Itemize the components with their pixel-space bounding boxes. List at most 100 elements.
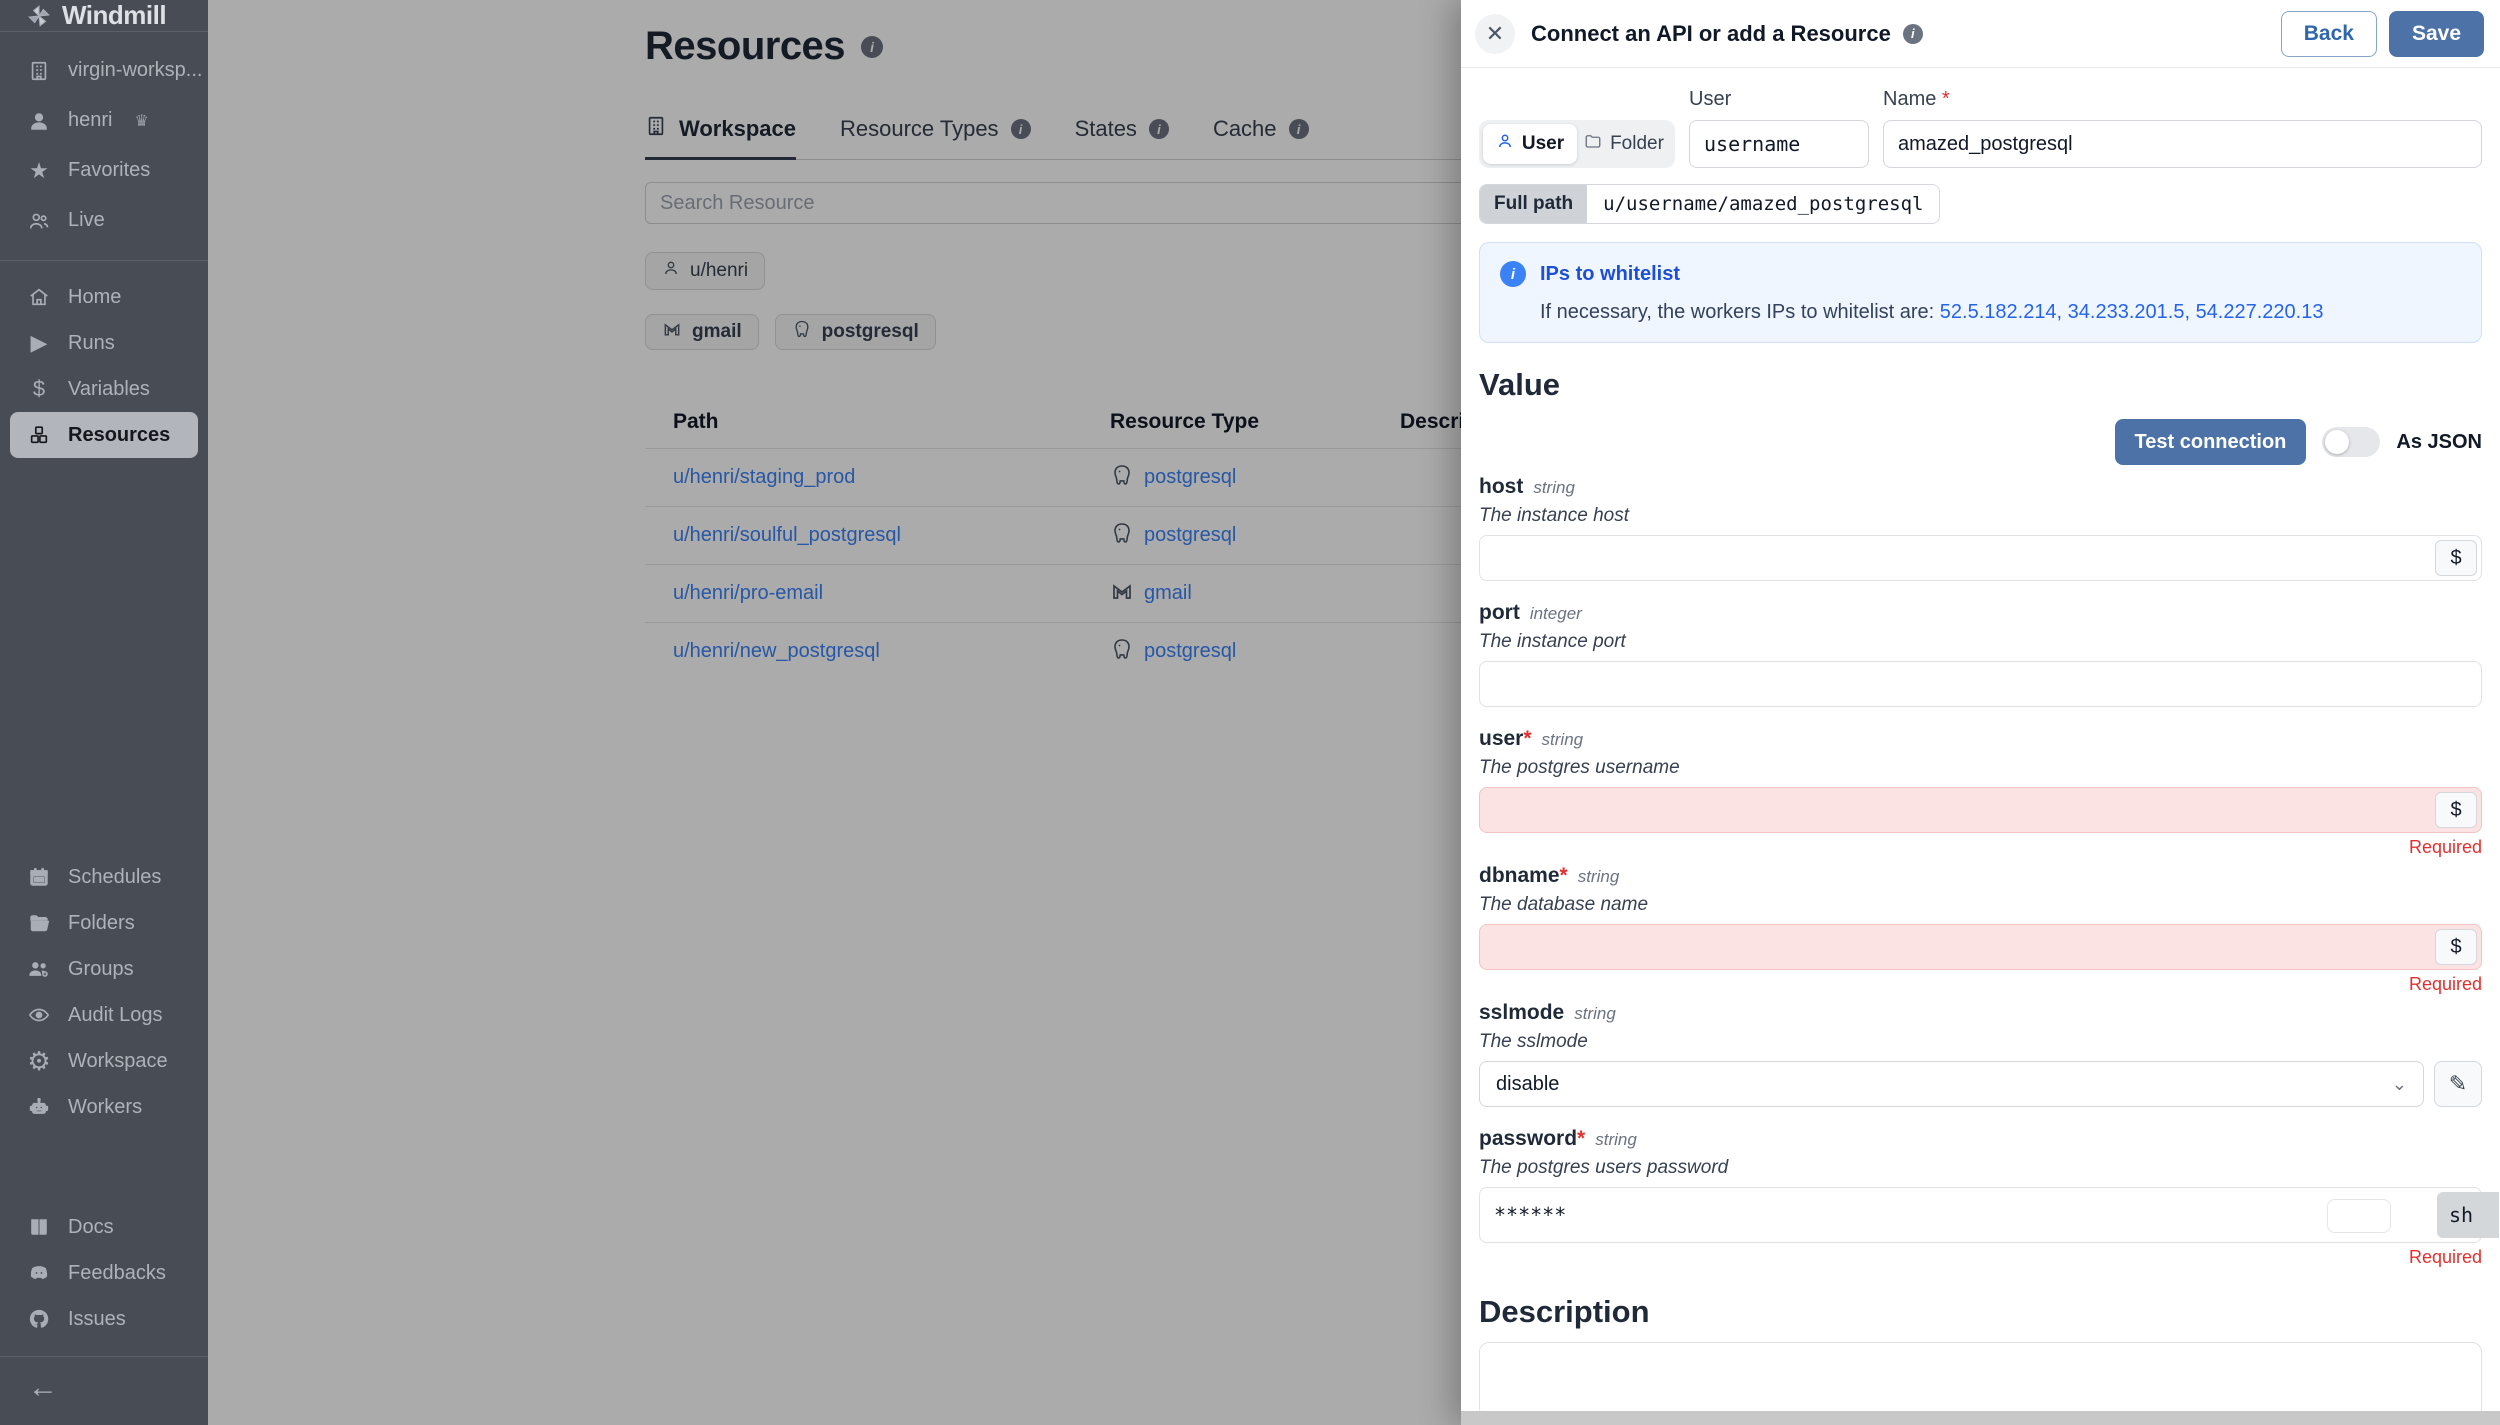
description-heading: Description xyxy=(1479,1294,1650,1329)
required-asterisk: * xyxy=(1559,864,1568,887)
collapse-sidebar-button[interactable]: ← xyxy=(10,1365,198,1411)
drawer-body: User Folder User username Name * amazed_… xyxy=(1461,68,2500,1425)
sslmode-select[interactable]: disable ⌄ xyxy=(1479,1061,2424,1107)
back-button[interactable]: Back xyxy=(2280,10,2377,57)
sidebar-item-schedules[interactable]: Schedules xyxy=(10,854,198,900)
host-input[interactable]: $ xyxy=(1479,535,2482,581)
required-asterisk: * xyxy=(1941,88,1950,110)
sidebar-item-resources[interactable]: Resources xyxy=(10,412,198,459)
value-heading: Value xyxy=(1479,367,1560,402)
person-icon xyxy=(1496,132,1514,156)
sidebar-item-feedbacks[interactable]: Feedbacks xyxy=(10,1250,198,1296)
calendar-icon xyxy=(26,866,52,888)
workspace-name: virgin-worksp... xyxy=(68,59,203,82)
field-user: user* string The postgres username $ Req… xyxy=(1479,727,2482,857)
full-path-label: Full path xyxy=(1480,185,1588,223)
gear-icon: ⚙ xyxy=(27,1045,51,1076)
sidebar-item-user[interactable]: henri ♛ xyxy=(10,96,198,146)
field-host: host string The instance host $ xyxy=(1479,475,2482,581)
variable-picker-button[interactable]: $ xyxy=(2435,792,2477,828)
dollar-icon: $ xyxy=(32,376,46,402)
variable-picker-button[interactable]: $ xyxy=(2435,929,2477,965)
sidebar-item-runs[interactable]: ▶ Runs xyxy=(10,320,198,366)
test-connection-button[interactable]: Test connection xyxy=(2114,419,2307,465)
sidebar-item-workspace-switcher[interactable]: virgin-worksp... xyxy=(10,46,202,96)
name-field-label: Name * xyxy=(1883,88,1950,110)
ips-infobox: i IPs to whitelist If necessary, the wor… xyxy=(1479,242,2482,343)
edit-raw-button[interactable]: ✎ xyxy=(2434,1061,2482,1107)
whitelist-ips[interactable]: 52.5.182.214, 34.233.201.5, 54.227.220.1… xyxy=(1940,301,2324,323)
resource-name-input[interactable] xyxy=(1883,120,2482,168)
user-input[interactable]: $ xyxy=(1479,787,2482,833)
horizontal-scrollbar[interactable] xyxy=(1461,1411,2500,1425)
discord-icon xyxy=(26,1262,52,1284)
sidebar-item-issues[interactable]: Issues xyxy=(10,1296,198,1342)
username-input[interactable] xyxy=(1689,120,1869,168)
cubes-icon xyxy=(26,424,52,446)
sidebar-item-variables[interactable]: $ Variables xyxy=(10,366,198,412)
sidebar-account-section: virgin-worksp... henri ♛ ★ Favorites Liv… xyxy=(0,32,208,260)
required-message: Required xyxy=(2408,837,2482,857)
sidebar-item-home[interactable]: Home xyxy=(10,274,198,320)
close-icon[interactable]: ✕ xyxy=(1475,13,1515,54)
owner-kind-folder[interactable]: Folder xyxy=(1577,124,1671,164)
chevron-down-icon: ⌄ xyxy=(2391,1073,2407,1094)
pencil-icon: ✎ xyxy=(2448,1071,2468,1096)
play-icon: ▶ xyxy=(30,330,48,356)
field-dbname: dbname* string The database name $ Requi… xyxy=(1479,864,2482,994)
save-button[interactable]: Save xyxy=(2388,10,2484,57)
field-sslmode: sslmode string The sslmode disable ⌄ ✎ xyxy=(1479,1001,2482,1107)
windmill-app: Windmill virgin-worksp... henri ♛ ★ Favo… xyxy=(0,0,2500,1425)
required-message: Required xyxy=(2408,1247,2482,1267)
variable-picker-button[interactable]: $ xyxy=(2435,540,2477,576)
field-password: password* string The postgres users pass… xyxy=(1479,1127,2499,1268)
password-input[interactable]: ****** sh xyxy=(1479,1187,2499,1243)
infobox-text: If necessary, the workers IPs to whiteli… xyxy=(1540,301,1935,323)
as-json-label: As JSON xyxy=(2396,430,2482,453)
sidebar-item-workspace-settings[interactable]: ⚙ Workspace xyxy=(10,1038,198,1084)
crown-icon: ♛ xyxy=(134,112,149,130)
show-password-tooltip[interactable]: sh xyxy=(2437,1192,2499,1238)
sidebar-nav-section: Home ▶ Runs $ Variables Resources xyxy=(0,260,208,472)
sidebar-item-favorites[interactable]: ★ Favorites xyxy=(10,146,198,196)
required-asterisk: * xyxy=(1523,727,1532,750)
owner-kind-user[interactable]: User xyxy=(1483,124,1577,164)
drawer-title: Connect an API or add a Resource xyxy=(1531,20,1891,46)
sidebar: Windmill virgin-worksp... henri ♛ ★ Favo… xyxy=(0,0,208,1425)
sidebar-item-groups[interactable]: Groups xyxy=(10,946,198,992)
field-port: port integer The instance port xyxy=(1479,601,2482,707)
group-icon xyxy=(26,958,52,980)
required-message: Required xyxy=(2408,974,2482,994)
eye-icon xyxy=(26,1004,52,1026)
drawer-header: ✕ Connect an API or add a Resource i Bac… xyxy=(1461,0,2500,68)
logo[interactable]: Windmill xyxy=(0,0,208,31)
description-textarea[interactable] xyxy=(1479,1342,2482,1418)
password-mini-box[interactable] xyxy=(2327,1199,2391,1233)
sidebar-item-live[interactable]: Live xyxy=(10,196,198,246)
folder-icon xyxy=(26,912,52,934)
sidebar-help-section: Docs Feedbacks Issues xyxy=(0,1190,208,1356)
full-path: Full path u/username/amazed_postgresql xyxy=(1479,184,1941,224)
toggle-knob xyxy=(2325,430,2350,454)
dbname-input[interactable]: $ xyxy=(1479,924,2482,970)
windmill-logo-icon xyxy=(26,3,52,29)
robot-icon xyxy=(26,1096,52,1118)
home-icon xyxy=(26,286,52,308)
sidebar-item-docs[interactable]: Docs xyxy=(10,1204,198,1250)
info-icon[interactable]: i xyxy=(1902,23,1923,44)
sidebar-item-audit-logs[interactable]: Audit Logs xyxy=(10,992,198,1038)
port-input[interactable] xyxy=(1479,661,2482,707)
back-arrow-icon: ← xyxy=(28,1371,58,1405)
user-name: henri xyxy=(68,109,113,132)
sidebar-admin-section: Schedules Folders Groups Audit Logs ⚙ Wo… xyxy=(0,840,208,1144)
modal-overlay[interactable] xyxy=(208,0,1461,1425)
sidebar-item-folders[interactable]: Folders xyxy=(10,900,198,946)
sidebar-item-workers[interactable]: Workers xyxy=(10,1084,198,1130)
owner-kind-toggle: User Folder xyxy=(1479,120,1675,168)
as-json-toggle[interactable] xyxy=(2322,427,2381,457)
building-icon xyxy=(26,60,52,82)
required-asterisk: * xyxy=(1577,1127,1586,1150)
users-icon xyxy=(26,210,52,232)
sidebar-bottom: ← xyxy=(0,1357,208,1425)
